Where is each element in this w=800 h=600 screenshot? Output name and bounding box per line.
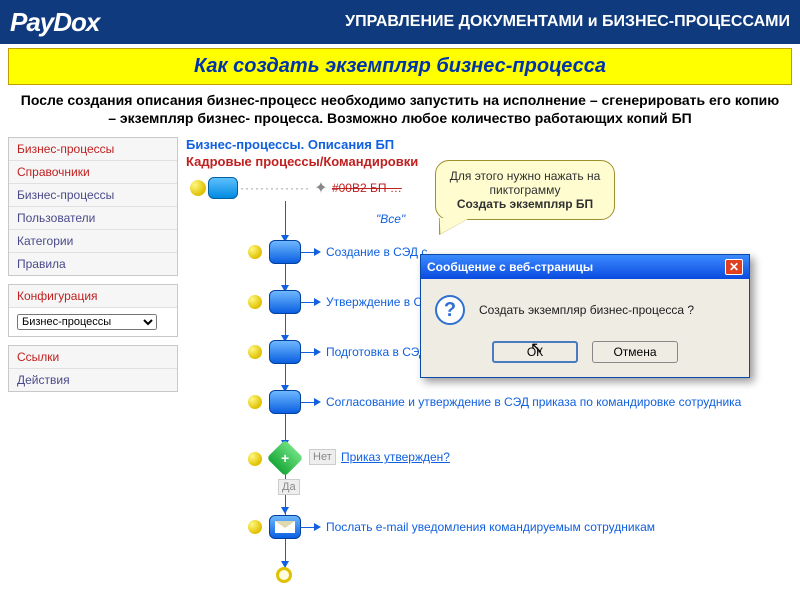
task-node-icon[interactable] bbox=[269, 240, 301, 264]
sidebar-item[interactable]: Пользователи bbox=[9, 207, 177, 230]
envelope-icon bbox=[275, 521, 295, 533]
sidebar-item[interactable]: Правила bbox=[9, 253, 177, 275]
branch-no[interactable]: Нет bbox=[309, 449, 336, 465]
step-label[interactable]: Создание в СЭД с bbox=[326, 245, 427, 259]
status-ball-icon bbox=[248, 395, 262, 409]
task-node-icon[interactable] bbox=[269, 390, 301, 414]
sidebar-item[interactable]: Категории bbox=[9, 230, 177, 253]
sidebar-group-config: Конфигурация Бизнес-процессы bbox=[8, 284, 178, 337]
app-header: PayDox УПРАВЛЕНИЕ ДОКУМЕНТАМИ и БИЗНЕС-П… bbox=[0, 0, 800, 44]
connector-line bbox=[301, 302, 315, 303]
question-icon: ? bbox=[435, 295, 465, 325]
sidebar-item[interactable]: Ссылки bbox=[9, 346, 177, 369]
cancel-button[interactable]: Отмена bbox=[592, 341, 678, 363]
sidebar-item[interactable]: Действия bbox=[9, 369, 177, 391]
flow-diagram: ·············· ✦ #00B2 БП … "Все" Создан… bbox=[186, 177, 792, 597]
task-node-icon[interactable] bbox=[269, 340, 301, 364]
decision-node-icon[interactable]: + bbox=[267, 440, 304, 477]
step-label[interactable]: Утверждение в СЭ bbox=[326, 295, 431, 309]
status-ball-icon bbox=[248, 245, 262, 259]
arrow-icon bbox=[314, 398, 321, 406]
sidebar-item[interactable]: Справочники bbox=[9, 161, 177, 184]
arrow-icon bbox=[314, 523, 321, 531]
dialog-titlebar[interactable]: Сообщение с веб-страницы ✕ bbox=[421, 255, 749, 279]
filter-all[interactable]: "Все" bbox=[376, 212, 405, 226]
sidebar-group-main: Бизнес-процессы Справочники Бизнес-проце… bbox=[8, 137, 178, 276]
dialog-message: Создать экземпляр бизнес-процесса ? bbox=[479, 303, 694, 317]
arrow-icon bbox=[314, 348, 321, 356]
status-ball-icon bbox=[248, 452, 262, 466]
status-ball-icon bbox=[248, 295, 262, 309]
logo: PayDox bbox=[10, 7, 99, 38]
cursor-icon: ↖ bbox=[530, 338, 543, 358]
callout-tooltip: Для этого нужно нажать на пиктограмму Со… bbox=[435, 160, 615, 220]
page-title-banner: Как создать экземпляр бизнес-процесса bbox=[8, 48, 792, 85]
breadcrumb-level1[interactable]: Бизнес-процессы. Описания БП bbox=[186, 137, 792, 152]
dialog-title-text: Сообщение с веб-страницы bbox=[427, 260, 593, 274]
sidebar-item[interactable]: Бизнес-процессы bbox=[9, 184, 177, 207]
step-label[interactable]: Согласование и утверждение в СЭД приказа… bbox=[326, 395, 741, 409]
sidebar-item[interactable]: Конфигурация bbox=[9, 285, 177, 308]
task-node-icon[interactable] bbox=[269, 290, 301, 314]
mail-node-icon[interactable] bbox=[269, 515, 301, 539]
sidebar-group-links: Ссылки Действия bbox=[8, 345, 178, 392]
sidebar: Бизнес-процессы Справочники Бизнес-проце… bbox=[8, 137, 178, 597]
header-title: УПРАВЛЕНИЕ ДОКУМЕНТАМИ и БИЗНЕС-ПРОЦЕССА… bbox=[99, 13, 790, 31]
step-label[interactable]: Подготовка в СЭД bbox=[326, 345, 427, 359]
arrow-icon bbox=[314, 298, 321, 306]
branch-yes[interactable]: Да bbox=[278, 479, 300, 495]
start-node-icon bbox=[190, 180, 206, 196]
config-select[interactable]: Бизнес-процессы bbox=[17, 314, 157, 330]
status-ball-icon bbox=[248, 345, 262, 359]
connector-line bbox=[301, 527, 315, 528]
intro-text: После создания описания бизнес-процесс н… bbox=[0, 87, 800, 137]
status-ball-icon bbox=[248, 520, 262, 534]
arrow-icon bbox=[281, 507, 289, 514]
end-node-icon bbox=[276, 567, 292, 583]
decision-label[interactable]: Приказ утвержден? bbox=[341, 450, 450, 464]
arrow-icon bbox=[314, 248, 321, 256]
callout-strong: Создать экземпляр БП bbox=[457, 197, 593, 211]
connector-line bbox=[301, 352, 315, 353]
process-code[interactable]: #00B2 БП … bbox=[332, 181, 402, 195]
connector-line bbox=[301, 402, 315, 403]
dots-icon: ·············· bbox=[240, 181, 310, 195]
callout-text: Для этого нужно нажать на пиктограмму bbox=[450, 169, 601, 197]
start-box-icon[interactable] bbox=[208, 177, 238, 199]
message-dialog: Сообщение с веб-страницы ✕ ? Создать экз… bbox=[420, 254, 750, 378]
sidebar-item[interactable]: Бизнес-процессы bbox=[9, 138, 177, 161]
step-label[interactable]: Послать e-mail уведомления командируемым… bbox=[326, 520, 655, 534]
connector-line bbox=[301, 252, 315, 253]
close-icon[interactable]: ✕ bbox=[725, 259, 743, 275]
create-instance-icon[interactable]: ✦ bbox=[312, 179, 330, 197]
